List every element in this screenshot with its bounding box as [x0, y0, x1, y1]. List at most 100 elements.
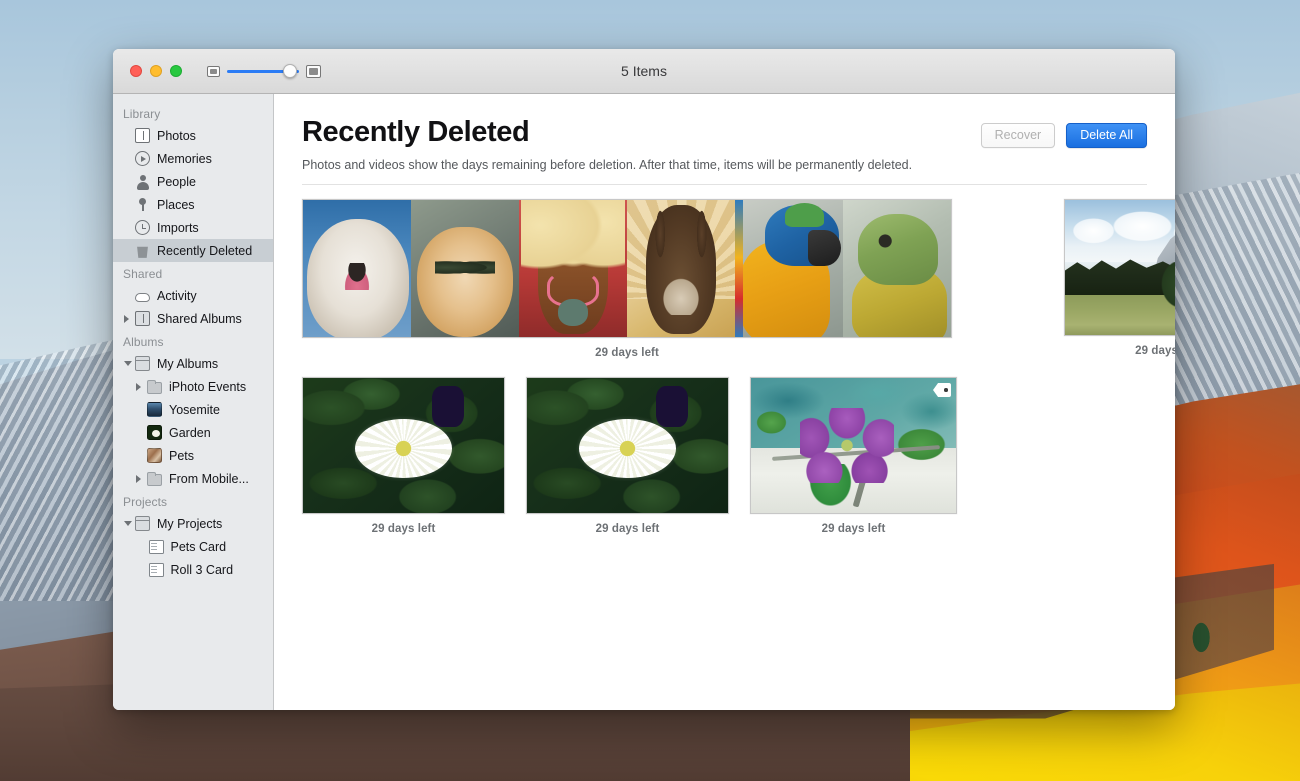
- pets-burst-photos[interactable]: [302, 199, 952, 338]
- folder-icon: [147, 471, 162, 486]
- photo-grid: 29 days left 29 days 29 days left 29 day…: [302, 185, 1175, 535]
- chevron-right-icon[interactable]: [124, 314, 129, 323]
- chevron-right-icon[interactable]: [136, 474, 141, 483]
- sidebar-item-pets-card[interactable]: Pets Card: [113, 535, 273, 558]
- content-header: Recently Deleted Recover Delete All: [302, 116, 1147, 149]
- sidebar-item-label: Roll 3 Card: [170, 562, 234, 577]
- zoom-slider-knob[interactable]: [283, 64, 297, 78]
- sidebar-item-label: Pets Card: [170, 539, 227, 554]
- days-left-caption: 29 days left: [371, 523, 436, 535]
- sidebar[interactable]: Library Photos Memories People Places Im…: [113, 94, 274, 710]
- large-thumbnail-icon[interactable]: [306, 64, 321, 78]
- chevron-down-icon[interactable]: [124, 361, 132, 366]
- photos-app-window: 5 Items Library Photos Memories People P…: [113, 49, 1175, 710]
- folder-icon: [147, 379, 162, 394]
- photo-item[interactable]: 29 days left: [750, 377, 957, 535]
- close-button-icon[interactable]: [130, 65, 142, 77]
- sidebar-item-yosemite[interactable]: Yosemite: [113, 398, 273, 421]
- thumbnail-zoom-control[interactable]: [207, 64, 321, 78]
- people-icon: [135, 174, 150, 190]
- sidebar-item-imports[interactable]: Imports: [113, 216, 273, 239]
- orange-cat-photo[interactable]: [411, 200, 519, 337]
- sidebar-item-my-projects[interactable]: My Projects: [113, 512, 273, 535]
- memories-icon: [135, 151, 150, 166]
- minimize-button-icon[interactable]: [150, 65, 162, 77]
- sidebar-section-albums: Albums: [123, 335, 164, 349]
- pets-thumb-icon: [147, 448, 162, 463]
- card-icon: [148, 539, 164, 554]
- sidebar-item-label: Imports: [157, 220, 199, 235]
- window-titlebar[interactable]: 5 Items: [113, 49, 1175, 94]
- chevron-down-icon[interactable]: [124, 521, 132, 526]
- sidebar-section-library: Library: [123, 107, 161, 121]
- photo-item[interactable]: 29 days left: [526, 377, 729, 535]
- sidebar-item-label: Places: [157, 197, 195, 212]
- sidebar-item-my-albums[interactable]: My Albums: [113, 352, 273, 375]
- sidebar-item-label: Photos: [157, 128, 196, 143]
- sidebar-item-label: Activity: [157, 288, 197, 303]
- main-content: Recently Deleted Recover Delete All Phot…: [274, 94, 1175, 710]
- card-icon: [148, 562, 164, 577]
- sidebar-item-label: Yosemite: [169, 402, 220, 417]
- photo-item[interactable]: 29 days left: [302, 377, 505, 535]
- photo-item[interactable]: 29 days left: [1064, 199, 1175, 357]
- white-zinnia-duplicate-photo[interactable]: [526, 377, 729, 514]
- imports-clock-icon: [135, 220, 150, 235]
- chevron-right-icon[interactable]: [136, 382, 141, 391]
- clematis-bloom: [800, 407, 895, 484]
- garden-thumb-icon: [147, 425, 162, 440]
- sidebar-section-projects: Projects: [123, 495, 168, 509]
- rabbit-ears: [644, 200, 718, 272]
- trash-icon: [137, 246, 148, 258]
- days-left-caption: 29 days left: [595, 347, 659, 359]
- clematis-leaf-right: [894, 426, 948, 462]
- shared-albums-icon: [135, 311, 150, 326]
- photo-row: 29 days left 29 days left 29 days left: [302, 377, 1147, 535]
- sidebar-item-garden[interactable]: Garden: [113, 421, 273, 444]
- sidebar-item-iphoto-events[interactable]: iPhoto Events: [113, 375, 273, 398]
- sidebar-item-label: iPhoto Events: [169, 379, 247, 394]
- iguana-photo[interactable]: [843, 200, 951, 337]
- traffic-light-buttons: [113, 65, 182, 77]
- sidebar-item-roll-3-card[interactable]: Roll 3 Card: [113, 558, 273, 581]
- burst-group-item[interactable]: 29 days left: [302, 199, 952, 359]
- sidebar-item-activity[interactable]: Activity: [113, 284, 273, 307]
- delete-all-button[interactable]: Delete All: [1066, 123, 1147, 148]
- zoom-button-icon[interactable]: [170, 65, 182, 77]
- header-actions: Recover Delete All: [980, 116, 1147, 148]
- macaw-edge-strip: [735, 200, 743, 337]
- sidebar-item-from-mobile[interactable]: From Mobile...: [113, 467, 273, 490]
- zoom-slider[interactable]: [227, 64, 299, 78]
- sidebar-item-places[interactable]: Places: [113, 193, 273, 216]
- blue-gold-macaw-photo[interactable]: [735, 200, 843, 337]
- white-dog-photo[interactable]: [303, 200, 411, 337]
- small-thumbnail-icon[interactable]: [207, 65, 220, 77]
- purple-clematis-photo[interactable]: [750, 377, 957, 514]
- zinnia-bloom: [579, 418, 676, 478]
- sidebar-item-label: Memories: [157, 151, 212, 166]
- sidebar-item-label: From Mobile...: [169, 471, 249, 486]
- album-box-icon: [135, 516, 150, 531]
- sidebar-item-photos[interactable]: Photos: [113, 124, 273, 147]
- pony-horse-photo[interactable]: [519, 200, 627, 337]
- zinnia-dark-gap: [655, 386, 688, 427]
- days-left-caption: 29 days left: [821, 523, 886, 535]
- cloud-icon: [135, 293, 150, 302]
- page-title: Recently Deleted: [302, 116, 530, 148]
- page-subtitle: Photos and videos show the days remainin…: [302, 158, 1147, 185]
- days-left-caption: 29 days left: [595, 523, 660, 535]
- white-zinnia-photo[interactable]: [302, 377, 505, 514]
- zinnia-bloom: [355, 418, 452, 478]
- macaw-beak: [808, 230, 841, 266]
- rabbit-photo[interactable]: [627, 200, 735, 337]
- sidebar-item-shared-albums[interactable]: Shared Albums: [113, 307, 273, 330]
- sidebar-item-recently-deleted[interactable]: Recently Deleted: [113, 239, 273, 262]
- sidebar-item-pets[interactable]: Pets: [113, 444, 273, 467]
- recover-button[interactable]: Recover: [980, 123, 1056, 148]
- horse-muzzle: [557, 298, 589, 327]
- yosemite-half-dome-photo[interactable]: [1064, 199, 1175, 336]
- sidebar-item-label: Garden: [169, 425, 211, 440]
- sidebar-item-memories[interactable]: Memories: [113, 147, 273, 170]
- sidebar-item-label: Recently Deleted: [157, 243, 253, 258]
- sidebar-item-people[interactable]: People: [113, 170, 273, 193]
